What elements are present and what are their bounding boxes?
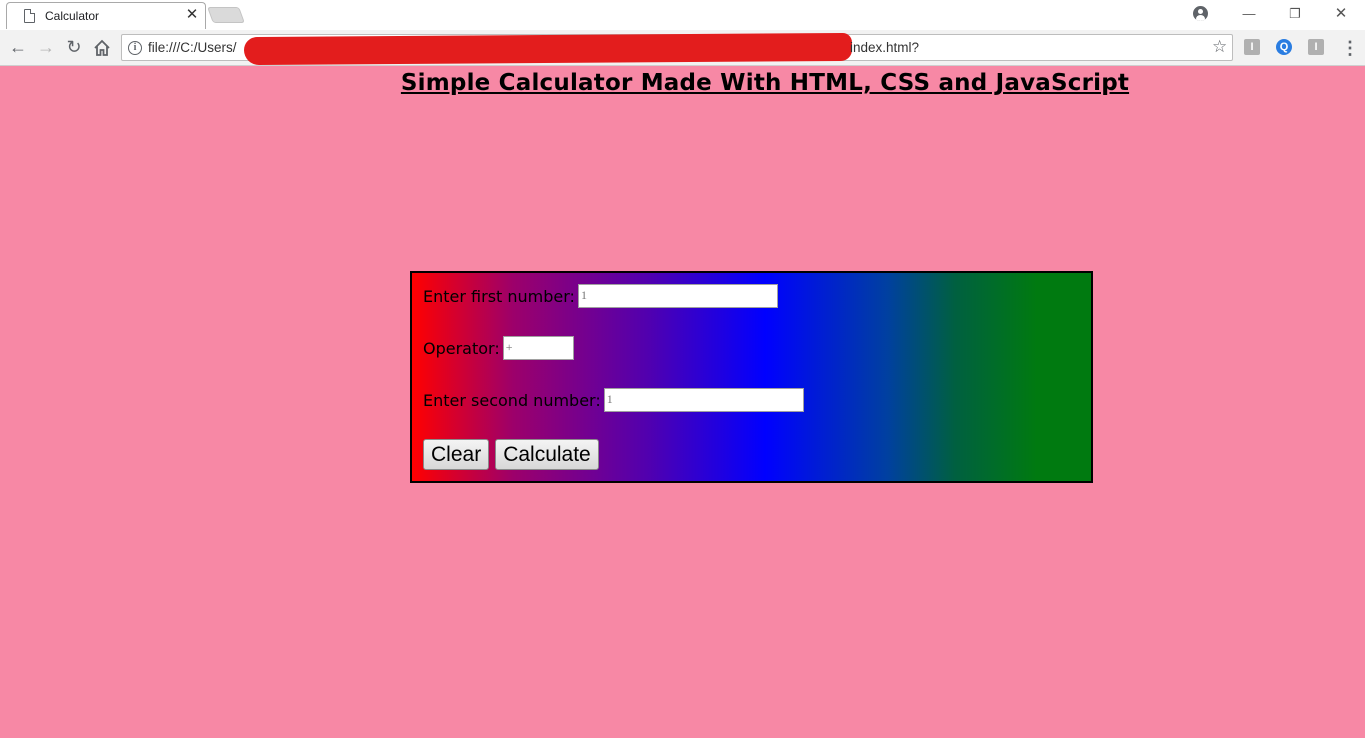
operator-row: Operator: + [423, 336, 574, 360]
operator-input[interactable]: + [502, 336, 574, 360]
menu-icon[interactable]: ⋮ [1341, 37, 1359, 59]
page-title: Simple Calculator Made With HTML, CSS an… [400, 70, 1130, 96]
close-window-button[interactable]: ✕ [1326, 3, 1356, 25]
calculate-button[interactable]: Calculate [495, 439, 599, 470]
redaction-mark [243, 32, 853, 66]
button-row: Clear Calculate [423, 439, 605, 470]
first-number-input[interactable]: 1 [577, 284, 778, 308]
bookmark-star-icon[interactable]: ☆ [1212, 37, 1227, 57]
tab-strip: Calculator ✕ — ❐ ✕ [0, 0, 1365, 30]
tab-close-icon[interactable]: ✕ [184, 6, 200, 23]
second-number-input[interactable]: 1 [603, 388, 804, 412]
info-icon[interactable]: i [128, 41, 142, 55]
address-bar[interactable]: i file:///C:/Users/ index.html? ☆ [121, 32, 1233, 66]
search-extension-icon[interactable]: Q [1276, 39, 1292, 55]
browser-tab[interactable]: Calculator ✕ [6, 2, 206, 29]
reload-icon[interactable]: ↻ [62, 36, 86, 60]
home-icon[interactable] [90, 36, 114, 60]
restore-button[interactable]: ❐ [1280, 3, 1310, 25]
second-number-row: Enter second number: 1 [423, 388, 804, 412]
forward-arrow-icon[interactable]: → [34, 36, 58, 60]
page-viewport: Simple Calculator Made With HTML, CSS an… [0, 66, 1365, 738]
new-tab-button[interactable] [207, 7, 245, 23]
extension-icon[interactable]: I [1244, 39, 1260, 55]
extension-icon[interactable]: I [1308, 39, 1324, 55]
first-number-row: Enter first number: 1 [423, 284, 778, 308]
operator-label: Operator: [423, 338, 500, 358]
calculator-panel: Enter first number: 1 Operator: + Enter … [410, 271, 1093, 483]
url-text: file:///C:/Users/ [148, 40, 237, 55]
clear-button[interactable]: Clear [423, 439, 490, 470]
page-icon [24, 9, 35, 23]
tab-title: Calculator [45, 9, 100, 23]
minimize-button[interactable]: — [1234, 3, 1264, 25]
back-arrow-icon[interactable]: ← [6, 36, 30, 60]
second-number-label: Enter second number: [423, 390, 601, 410]
first-number-label: Enter first number: [423, 286, 575, 306]
profile-icon[interactable] [1193, 6, 1208, 21]
url-text-end: index.html? [850, 40, 920, 55]
browser-toolbar: ← → ↻ i file:///C:/Users/ index.html? ☆ … [0, 30, 1365, 66]
